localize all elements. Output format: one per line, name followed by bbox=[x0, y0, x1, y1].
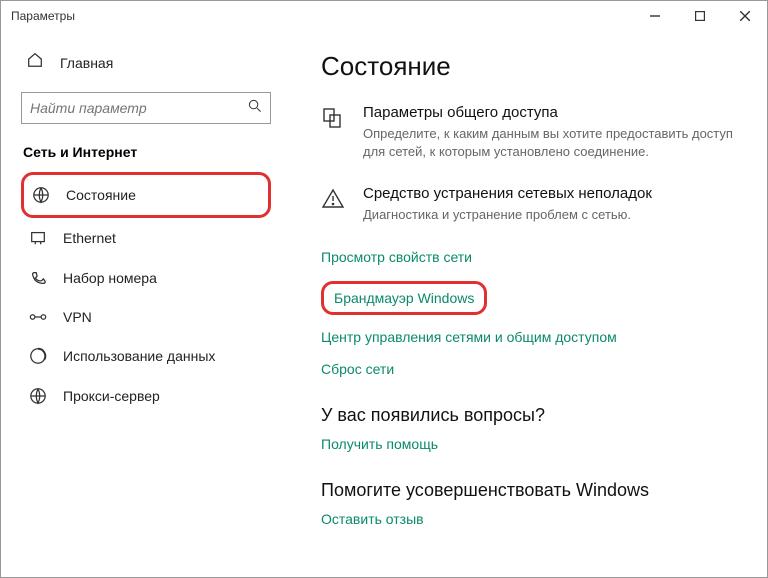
sidebar-item-data-usage[interactable]: Использование данных bbox=[21, 336, 271, 376]
sidebar-item-label: Набор номера bbox=[63, 270, 157, 286]
troubleshoot-heading: Средство устранения сетевых неполадок bbox=[363, 185, 737, 202]
sharing-icon bbox=[321, 104, 349, 161]
sidebar-home[interactable]: Главная bbox=[21, 41, 271, 84]
page-title: Состояние bbox=[321, 51, 737, 82]
sidebar: Главная Сеть и Интернет Состояние Ethern… bbox=[1, 31, 291, 577]
status-icon bbox=[32, 186, 50, 204]
troubleshoot-section[interactable]: Средство устранения сетевых неполадок Ди… bbox=[321, 185, 737, 224]
search-input[interactable] bbox=[30, 100, 248, 116]
data-usage-icon bbox=[29, 347, 47, 365]
search-box[interactable] bbox=[21, 92, 271, 124]
sidebar-item-dialup[interactable]: Набор номера bbox=[21, 258, 271, 298]
sidebar-category: Сеть и Интернет bbox=[21, 144, 271, 160]
link-feedback[interactable]: Оставить отзыв bbox=[321, 511, 737, 527]
vpn-icon bbox=[29, 309, 47, 325]
sidebar-home-label: Главная bbox=[60, 55, 113, 71]
dialup-icon bbox=[29, 269, 47, 287]
link-get-help[interactable]: Получить помощь bbox=[321, 436, 737, 452]
sidebar-item-proxy[interactable]: Прокси-сервер bbox=[21, 376, 271, 416]
window-title: Параметры bbox=[11, 9, 632, 23]
troubleshoot-desc: Диагностика и устранение проблем с сетью… bbox=[363, 206, 737, 224]
link-firewall[interactable]: Брандмауэр Windows bbox=[321, 281, 487, 315]
sidebar-item-ethernet[interactable]: Ethernet bbox=[21, 218, 271, 258]
sharing-section[interactable]: Параметры общего доступа Определите, к к… bbox=[321, 104, 737, 161]
maximize-button[interactable] bbox=[677, 1, 722, 31]
sharing-heading: Параметры общего доступа bbox=[363, 104, 737, 121]
minimize-button[interactable] bbox=[632, 1, 677, 31]
feedback-heading: Помогите усовершенствовать Windows bbox=[321, 480, 737, 501]
titlebar: Параметры bbox=[1, 1, 767, 31]
sidebar-item-label: VPN bbox=[63, 309, 92, 325]
search-icon bbox=[248, 99, 262, 118]
sidebar-item-label: Состояние bbox=[66, 187, 136, 203]
sidebar-item-label: Использование данных bbox=[63, 348, 215, 364]
ethernet-icon bbox=[29, 229, 47, 247]
proxy-icon bbox=[29, 387, 47, 405]
sharing-desc: Определите, к каким данным вы хотите пре… bbox=[363, 125, 737, 161]
warning-icon bbox=[321, 185, 349, 224]
link-network-reset[interactable]: Сброс сети bbox=[321, 361, 737, 377]
help-heading: У вас появились вопросы? bbox=[321, 405, 737, 426]
main-panel: Состояние Параметры общего доступа Опред… bbox=[291, 31, 767, 577]
sidebar-item-label: Ethernet bbox=[63, 230, 116, 246]
sidebar-item-status[interactable]: Состояние bbox=[21, 172, 271, 218]
link-sharing-center[interactable]: Центр управления сетями и общим доступом bbox=[321, 329, 737, 345]
sidebar-item-label: Прокси-сервер bbox=[63, 388, 160, 404]
link-network-props[interactable]: Просмотр свойств сети bbox=[321, 249, 737, 265]
sidebar-item-vpn[interactable]: VPN bbox=[21, 298, 271, 336]
home-icon bbox=[26, 51, 44, 74]
window-controls bbox=[632, 1, 767, 31]
close-button[interactable] bbox=[722, 1, 767, 31]
